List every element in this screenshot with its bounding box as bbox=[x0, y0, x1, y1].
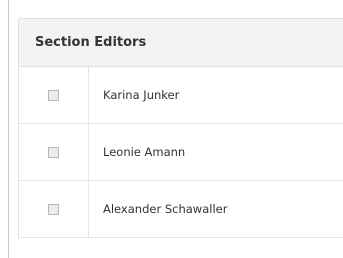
editors-list: Karina Junker Leonie Amann Alexander Sch… bbox=[19, 67, 343, 238]
editor-row-karina-junker: Karina Junker bbox=[19, 67, 343, 124]
checkbox-cell bbox=[19, 67, 89, 123]
editor-checkbox-leonie-amann[interactable] bbox=[48, 146, 59, 158]
editor-name: Leonie Amann bbox=[103, 145, 186, 159]
editor-row-alexander-schawaller: Alexander Schawaller bbox=[19, 181, 343, 238]
screen: Section Editors Karina Junker Leonie Ama… bbox=[0, 0, 343, 258]
page-left-rule bbox=[8, 0, 9, 258]
editor-row-leonie-amann: Leonie Amann bbox=[19, 124, 343, 181]
section-editors-panel: Section Editors Karina Junker Leonie Ama… bbox=[18, 18, 343, 239]
checkbox-cell bbox=[19, 124, 89, 180]
panel-header: Section Editors bbox=[19, 19, 343, 67]
editor-checkbox-alexander-schawaller[interactable] bbox=[48, 203, 59, 215]
editor-name: Karina Junker bbox=[103, 88, 180, 102]
editor-checkbox-karina-junker[interactable] bbox=[48, 89, 59, 101]
editor-name: Alexander Schawaller bbox=[103, 202, 228, 216]
checkbox-cell bbox=[19, 181, 89, 237]
panel-title: Section Editors bbox=[35, 35, 147, 50]
